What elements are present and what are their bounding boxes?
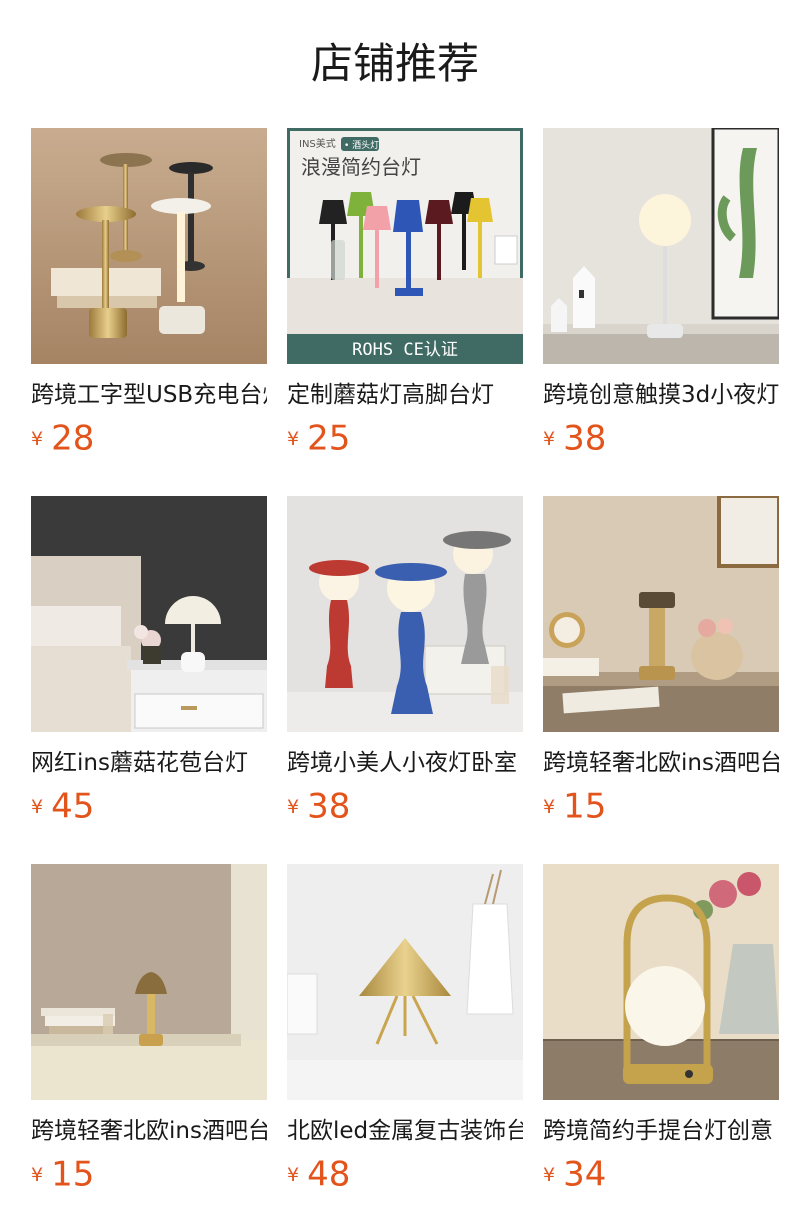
product-card[interactable]: 跨境轻奢北欧ins酒吧台灯 ¥15	[31, 864, 267, 1194]
product-image[interactable]	[31, 496, 267, 732]
product-price: ¥38	[543, 418, 779, 459]
banner-tag: INS美式	[299, 137, 336, 150]
product-image[interactable]	[287, 864, 523, 1100]
product-image[interactable]: INS美式 • 酒头灯 浪漫简约台灯 ROHS CE认证	[287, 128, 523, 364]
product-image[interactable]	[287, 496, 523, 732]
product-grid: 跨境工字型USB充电台灯 ¥28 INS美式 • 酒头灯 浪漫简约台灯 ROHS…	[0, 0, 790, 1232]
product-card[interactable]: 跨境轻奢北欧ins酒吧台灯 ¥15	[543, 496, 779, 826]
product-image[interactable]	[31, 128, 267, 364]
product-image[interactable]	[543, 864, 779, 1100]
product-card[interactable]: 跨境创意触摸3d小夜灯 ¥38	[543, 128, 779, 458]
product-card[interactable]: 跨境简约手提台灯创意 ¥34	[543, 864, 779, 1194]
price-value: 25	[307, 418, 351, 459]
currency-symbol: ¥	[543, 427, 556, 450]
product-name[interactable]: 定制蘑菇灯高脚台灯	[287, 378, 523, 412]
product-name[interactable]: 跨境简约手提台灯创意	[543, 1114, 779, 1148]
product-card[interactable]: INS美式 • 酒头灯 浪漫简约台灯 ROHS CE认证 定制蘑菇灯高脚台灯 ¥	[287, 128, 523, 458]
price-value: 28	[51, 418, 95, 459]
price-value: 15	[563, 786, 607, 827]
price-value: 38	[563, 418, 607, 459]
price-value: 15	[51, 1154, 95, 1195]
product-name[interactable]: 跨境轻奢北欧ins酒吧台灯	[543, 746, 779, 780]
product-image[interactable]	[31, 864, 267, 1100]
currency-symbol: ¥	[287, 795, 300, 818]
banner-headline: 浪漫简约台灯	[301, 155, 421, 179]
product-price: ¥45	[31, 786, 267, 827]
product-name[interactable]: 跨境小美人小夜灯卧室	[287, 746, 523, 780]
currency-symbol: ¥	[287, 1163, 300, 1186]
product-price: ¥38	[287, 786, 523, 827]
product-card[interactable]: 跨境小美人小夜灯卧室 ¥38	[287, 496, 523, 826]
currency-symbol: ¥	[287, 427, 300, 450]
product-name[interactable]: 跨境工字型USB充电台灯	[31, 378, 267, 412]
currency-symbol: ¥	[31, 795, 44, 818]
product-card[interactable]: 网红ins蘑菇花苞台灯 ¥45	[31, 496, 267, 826]
product-image[interactable]	[543, 496, 779, 732]
product-card[interactable]: 跨境工字型USB充电台灯 ¥28	[31, 128, 267, 458]
product-price: ¥15	[31, 1154, 267, 1195]
currency-symbol: ¥	[31, 427, 44, 450]
currency-symbol: ¥	[543, 795, 556, 818]
banner-footer: ROHS CE认证	[352, 340, 458, 360]
price-value: 48	[307, 1154, 351, 1195]
product-price: ¥25	[287, 418, 523, 459]
product-price: ¥48	[287, 1154, 523, 1195]
product-name[interactable]: 跨境轻奢北欧ins酒吧台灯	[31, 1114, 267, 1148]
currency-symbol: ¥	[31, 1163, 44, 1186]
banner-badge: • 酒头灯	[344, 140, 379, 151]
product-price: ¥28	[31, 418, 267, 459]
product-price: ¥15	[543, 786, 779, 827]
product-image[interactable]	[543, 128, 779, 364]
currency-symbol: ¥	[543, 1163, 556, 1186]
product-price: ¥34	[543, 1154, 779, 1195]
product-name[interactable]: 北欧led金属复古装饰台灯	[287, 1114, 523, 1148]
price-value: 38	[307, 786, 351, 827]
product-name[interactable]: 跨境创意触摸3d小夜灯	[543, 378, 779, 412]
product-name[interactable]: 网红ins蘑菇花苞台灯	[31, 746, 267, 780]
product-card[interactable]: 北欧led金属复古装饰台灯 ¥48	[287, 864, 523, 1194]
price-value: 45	[51, 786, 95, 827]
price-value: 34	[563, 1154, 607, 1195]
